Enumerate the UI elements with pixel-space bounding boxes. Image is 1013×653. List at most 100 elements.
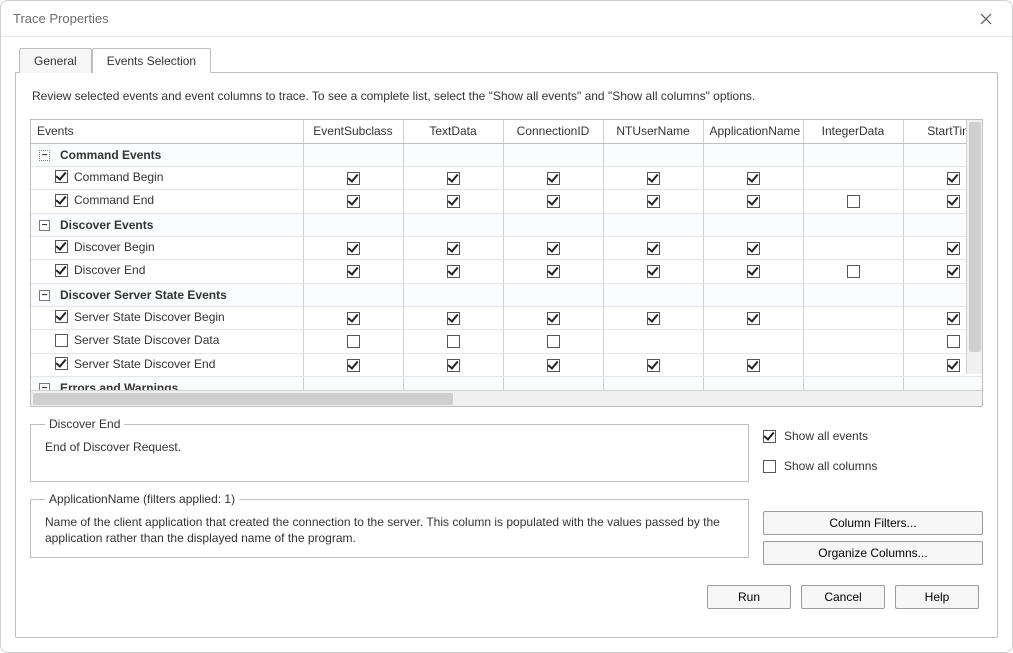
cell-checkbox[interactable] xyxy=(547,312,560,325)
event-row[interactable]: Command Begin xyxy=(31,166,982,190)
checkbox-icon[interactable] xyxy=(763,430,776,443)
col-header[interactable]: EventSubclass xyxy=(303,120,403,143)
cell-checkbox[interactable] xyxy=(647,265,660,278)
cell-checkbox[interactable] xyxy=(947,312,960,325)
tab-events-selection[interactable]: Events Selection xyxy=(92,48,211,73)
col-header[interactable]: NTUserName xyxy=(603,120,703,143)
group-row[interactable]: −Discover Events xyxy=(31,213,982,236)
event-label: Discover Begin xyxy=(74,240,155,254)
cell-checkbox[interactable] xyxy=(447,242,460,255)
organize-columns-button[interactable]: Organize Columns... xyxy=(763,541,983,565)
column-filters-button[interactable]: Column Filters... xyxy=(763,511,983,535)
tree-toggle-icon[interactable]: − xyxy=(39,150,50,161)
col-header[interactable]: ApplicationName xyxy=(703,120,803,143)
grid-vertical-scrollbar[interactable] xyxy=(966,120,982,374)
cell-checkbox[interactable] xyxy=(947,172,960,185)
row-checkbox[interactable] xyxy=(55,334,68,347)
cell-checkbox[interactable] xyxy=(447,195,460,208)
cell-checkbox[interactable] xyxy=(747,195,760,208)
cancel-button[interactable]: Cancel xyxy=(801,585,885,609)
show-all-events-option[interactable]: Show all events xyxy=(763,429,983,443)
cell-checkbox[interactable] xyxy=(747,265,760,278)
grid-header-row: Events EventSubclass TextData Connection… xyxy=(31,120,982,143)
row-checkbox[interactable] xyxy=(55,264,68,277)
cell-checkbox[interactable] xyxy=(347,195,360,208)
col-header-events[interactable]: Events xyxy=(31,120,303,143)
group-name: Discover Events xyxy=(60,218,153,232)
cell-checkbox[interactable] xyxy=(347,265,360,278)
group-row[interactable]: −Command Events xyxy=(31,143,982,166)
cell-checkbox[interactable] xyxy=(747,172,760,185)
cell-checkbox[interactable] xyxy=(747,312,760,325)
checkbox-icon[interactable] xyxy=(763,460,776,473)
cell-checkbox[interactable] xyxy=(447,312,460,325)
event-row[interactable]: Discover Begin xyxy=(31,236,982,260)
cell-checkbox[interactable] xyxy=(547,335,560,348)
dialog-footer: Run Cancel Help xyxy=(30,575,983,611)
cell-checkbox[interactable] xyxy=(747,359,760,372)
cell-checkbox[interactable] xyxy=(447,172,460,185)
event-help-box: Discover End End of Discover Request. xyxy=(30,417,749,482)
event-row[interactable]: Server State Discover End xyxy=(31,353,982,377)
cell-checkbox[interactable] xyxy=(447,359,460,372)
cell-checkbox[interactable] xyxy=(547,242,560,255)
row-checkbox[interactable] xyxy=(55,310,68,323)
event-row[interactable]: Command End xyxy=(31,190,982,214)
cell-checkbox[interactable] xyxy=(947,242,960,255)
event-row[interactable]: Discover End xyxy=(31,260,982,284)
cell-checkbox[interactable] xyxy=(647,359,660,372)
cell-checkbox[interactable] xyxy=(547,172,560,185)
show-all-columns-label: Show all columns xyxy=(784,459,877,473)
event-row[interactable]: Server State Discover Data xyxy=(31,330,982,354)
cell-checkbox[interactable] xyxy=(947,265,960,278)
event-label: Server State Discover Begin xyxy=(74,310,225,324)
cell-checkbox[interactable] xyxy=(847,265,860,278)
close-icon[interactable] xyxy=(972,5,1000,33)
tree-toggle-icon[interactable]: − xyxy=(39,220,50,231)
cell-checkbox[interactable] xyxy=(947,359,960,372)
run-button[interactable]: Run xyxy=(707,585,791,609)
tabstrip: General Events Selection xyxy=(19,47,998,72)
cell-checkbox[interactable] xyxy=(347,242,360,255)
tree-toggle-icon[interactable]: − xyxy=(39,290,50,301)
cell-checkbox[interactable] xyxy=(347,335,360,348)
cell-checkbox[interactable] xyxy=(747,242,760,255)
help-button[interactable]: Help xyxy=(895,585,979,609)
col-header[interactable]: TextData xyxy=(403,120,503,143)
event-label: Server State Discover Data xyxy=(74,333,219,347)
event-row[interactable]: Server State Discover Begin xyxy=(31,306,982,330)
cell-checkbox[interactable] xyxy=(347,312,360,325)
cell-checkbox[interactable] xyxy=(347,359,360,372)
show-all-columns-option[interactable]: Show all columns xyxy=(763,459,983,473)
event-help-title: Discover End xyxy=(45,417,124,431)
cell-checkbox[interactable] xyxy=(847,195,860,208)
cell-checkbox[interactable] xyxy=(947,195,960,208)
tree-toggle-icon[interactable]: − xyxy=(39,383,50,390)
column-help-text: Name of the client application that crea… xyxy=(45,514,738,546)
cell-checkbox[interactable] xyxy=(347,172,360,185)
cell-checkbox[interactable] xyxy=(647,242,660,255)
tabpanel-events-selection: Review selected events and event columns… xyxy=(15,72,998,638)
group-row[interactable]: −Discover Server State Events xyxy=(31,283,982,306)
cell-checkbox[interactable] xyxy=(647,312,660,325)
cell-checkbox[interactable] xyxy=(547,359,560,372)
row-checkbox[interactable] xyxy=(55,240,68,253)
cell-checkbox[interactable] xyxy=(647,195,660,208)
col-header[interactable]: IntegerData xyxy=(803,120,903,143)
cell-checkbox[interactable] xyxy=(547,195,560,208)
col-header[interactable]: ConnectionID xyxy=(503,120,603,143)
row-checkbox[interactable] xyxy=(55,357,68,370)
row-checkbox[interactable] xyxy=(55,170,68,183)
cell-checkbox[interactable] xyxy=(447,265,460,278)
cell-checkbox[interactable] xyxy=(947,335,960,348)
tab-general[interactable]: General xyxy=(19,48,92,73)
row-checkbox[interactable] xyxy=(55,194,68,207)
grid-horizontal-scrollbar[interactable] xyxy=(31,390,982,406)
events-grid: Events EventSubclass TextData Connection… xyxy=(30,119,983,407)
group-row[interactable]: −Errors and Warnings xyxy=(31,377,982,391)
cell-checkbox[interactable] xyxy=(547,265,560,278)
cell-checkbox[interactable] xyxy=(647,172,660,185)
event-help-text: End of Discover Request. xyxy=(45,439,738,455)
cell-checkbox[interactable] xyxy=(447,335,460,348)
show-all-events-label: Show all events xyxy=(784,429,868,443)
